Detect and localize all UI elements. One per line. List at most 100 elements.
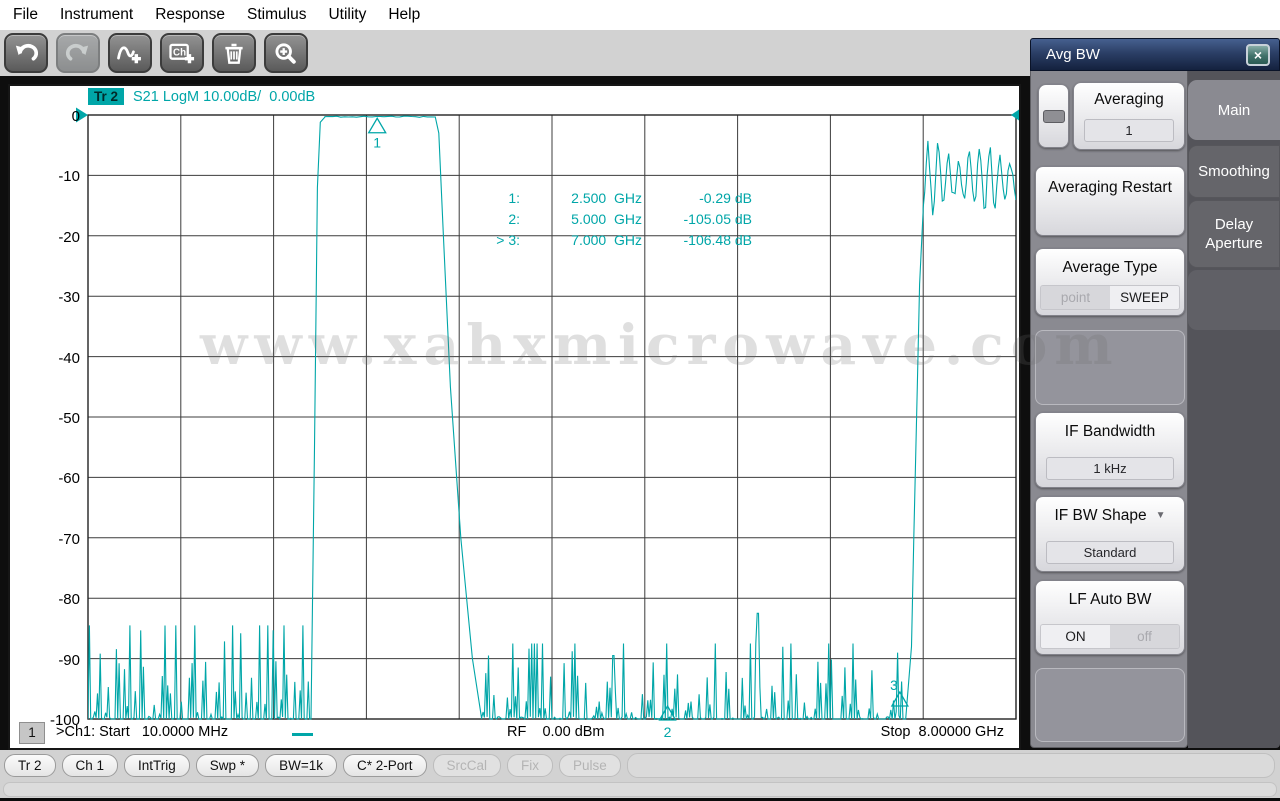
status-button-srccal[interactable]: SrcCal xyxy=(432,753,502,777)
averaging-value-field[interactable]: 1 xyxy=(1084,119,1174,142)
averaging-label: Averaging xyxy=(1094,91,1164,108)
marker-readout: 1: 2.500 GHz -0.29 dB 2: 5.000 GHz -105.05 dB… xyxy=(408,188,752,251)
if-bw-shape-label: IF BW Shape ▼ xyxy=(1036,507,1184,525)
averaging-enable-toggle[interactable] xyxy=(1038,84,1069,148)
y-axis-label: -40 xyxy=(58,349,80,367)
status-button-inttrig[interactable]: IntTrig xyxy=(124,753,190,777)
lf-auto-bw-label: LF Auto BW xyxy=(1068,591,1152,608)
lf-auto-bw-option-on[interactable]: ON xyxy=(1041,625,1110,648)
average-type-option-sweep[interactable]: SWEEP xyxy=(1110,286,1179,309)
zoom-button[interactable] xyxy=(264,33,308,73)
panel-tab-column: Main Smoothing Delay Aperture xyxy=(1188,71,1280,748)
marker-readout-row: 1: 2.500 GHz -0.29 dB xyxy=(408,188,752,209)
y-axis-label: -90 xyxy=(58,651,80,669)
y-axis-label: -20 xyxy=(58,228,80,246)
rf-power-value[interactable]: RF 0.00 dBm xyxy=(507,724,605,740)
undo-button[interactable] xyxy=(4,33,48,73)
undo-icon xyxy=(15,43,39,61)
status-button-swp-[interactable]: Swp * xyxy=(195,753,260,777)
status-bar: Tr 2 Ch 1 IntTrig Swp * BW=1k C* 2-Port SrcCal… xyxy=(0,750,1280,780)
marker-freq: 7.000 GHz xyxy=(571,232,642,248)
if-bandwidth-label: IF Bandwidth xyxy=(1064,423,1156,440)
blank-softkey xyxy=(1035,668,1185,742)
stimulus-start-value[interactable]: >Ch1: Start 10.0000 MHz xyxy=(56,724,228,740)
trace-color-dash xyxy=(292,733,313,736)
delete-icon xyxy=(225,43,243,64)
tab-blank xyxy=(1188,270,1280,330)
panel-title-bar[interactable]: Avg BW × xyxy=(1030,38,1280,71)
close-icon: × xyxy=(1253,47,1263,63)
lf-auto-bw-option-off[interactable]: off xyxy=(1110,625,1179,648)
marker-val: -0.29 dB xyxy=(699,190,752,206)
add-channel-icon: Ch xyxy=(169,43,195,63)
y-axis-label: -10 xyxy=(58,168,80,186)
average-type-option-point[interactable]: point xyxy=(1041,286,1110,309)
if-bw-shape-value-field[interactable]: Standard xyxy=(1046,541,1174,564)
tab-delay-aperture[interactable]: Delay Aperture xyxy=(1188,200,1280,268)
menu-response[interactable]: Response xyxy=(144,6,236,24)
marker-id: 1: xyxy=(508,190,520,206)
trace-badge[interactable]: Tr 2 xyxy=(88,88,125,105)
marker-id: 2: xyxy=(508,211,520,227)
marker-readout-row: 2: 5.000 GHz -105.05 dB xyxy=(408,209,752,230)
average-type-button[interactable]: Average Type point SWEEP xyxy=(1035,248,1185,316)
status-empty-field xyxy=(626,752,1275,778)
ref-level-arrow-right-icon[interactable] xyxy=(1011,108,1019,123)
if-bandwidth-value-field[interactable]: 1 kHz xyxy=(1046,457,1174,480)
menu-utility[interactable]: Utility xyxy=(317,6,377,24)
add-trace-button[interactable] xyxy=(108,33,152,73)
lf-auto-bw-segment: ON off xyxy=(1040,624,1180,649)
trace-label-row: Tr 2 S21 LogM 10.00dB/ 0.00dB xyxy=(88,88,315,105)
if-bandwidth-button[interactable]: IF Bandwidth 1 kHz xyxy=(1035,412,1185,488)
y-axis-label: 0 xyxy=(71,108,80,125)
y-axis-label: -30 xyxy=(58,289,80,307)
average-type-segment: point SWEEP xyxy=(1040,285,1180,310)
tab-main[interactable]: Main xyxy=(1188,80,1280,140)
svg-text:3: 3 xyxy=(890,678,898,693)
add-channel-button[interactable]: Ch xyxy=(160,33,204,73)
toggle-indicator-icon xyxy=(1042,110,1065,123)
averaging-button[interactable]: Averaging 1 xyxy=(1073,82,1185,150)
if-bw-shape-button[interactable]: IF BW Shape ▼ Standard xyxy=(1035,496,1185,572)
tab-smoothing[interactable]: Smoothing xyxy=(1188,145,1280,198)
lf-auto-bw-button[interactable]: LF Auto BW ON off xyxy=(1035,580,1185,655)
average-type-label: Average Type xyxy=(1062,259,1158,276)
trace-title: S21 LogM 10.00dB/ 0.00dB xyxy=(133,88,316,105)
marker-1[interactable]: 1 xyxy=(367,116,387,150)
status-button-bw-1k[interactable]: BW=1k xyxy=(265,753,337,777)
marker-id: > 3: xyxy=(496,232,520,248)
status-button-fix[interactable]: Fix xyxy=(507,753,554,777)
status-button-ch-1[interactable]: Ch 1 xyxy=(61,753,119,777)
redo-button xyxy=(56,33,100,73)
status-message-area xyxy=(3,782,1277,797)
blank-softkey xyxy=(1035,330,1185,405)
s21-plot: 1 2 3 xyxy=(76,107,1019,740)
menu-instrument[interactable]: Instrument xyxy=(49,6,144,24)
averaging-restart-button[interactable]: Averaging Restart xyxy=(1035,166,1185,236)
menu-file[interactable]: File xyxy=(2,6,49,24)
marker-val: -106.48 dB xyxy=(683,232,753,248)
menu-stimulus[interactable]: Stimulus xyxy=(236,6,317,24)
marker-val: -105.05 dB xyxy=(683,211,753,227)
menu-bar: File Instrument Response Stimulus Utility Hel… xyxy=(0,0,1280,30)
averaging-restart-label: Averaging Restart xyxy=(1048,179,1172,196)
marker-freq: 2.500 GHz xyxy=(571,190,642,206)
status-button-tr-2[interactable]: Tr 2 xyxy=(4,753,56,777)
svg-text:2: 2 xyxy=(664,724,672,740)
stimulus-stop-value[interactable]: Stop 8.00000 GHz xyxy=(881,724,1004,740)
y-axis-label: -70 xyxy=(58,530,80,548)
status-button-pulse[interactable]: Pulse xyxy=(559,753,621,777)
zoom-icon xyxy=(275,42,296,64)
status-button-c-2-port[interactable]: C* 2-Port xyxy=(342,753,427,777)
redo-icon xyxy=(65,43,89,61)
close-button[interactable]: × xyxy=(1246,44,1270,66)
svg-text:1: 1 xyxy=(373,134,381,150)
status-strip xyxy=(0,780,1280,798)
menu-help[interactable]: Help xyxy=(377,6,431,24)
channel-number-badge[interactable]: 1 xyxy=(19,722,45,744)
y-axis-label: -60 xyxy=(58,470,80,488)
delete-button[interactable] xyxy=(212,33,256,73)
plot-panel: 1 2 3 Tr 2 S21 LogM 10.00dB/ 0.00dB 0 -10 -2… xyxy=(8,84,1021,750)
y-axis-label: -80 xyxy=(58,591,80,609)
svg-text:Ch: Ch xyxy=(173,47,186,58)
